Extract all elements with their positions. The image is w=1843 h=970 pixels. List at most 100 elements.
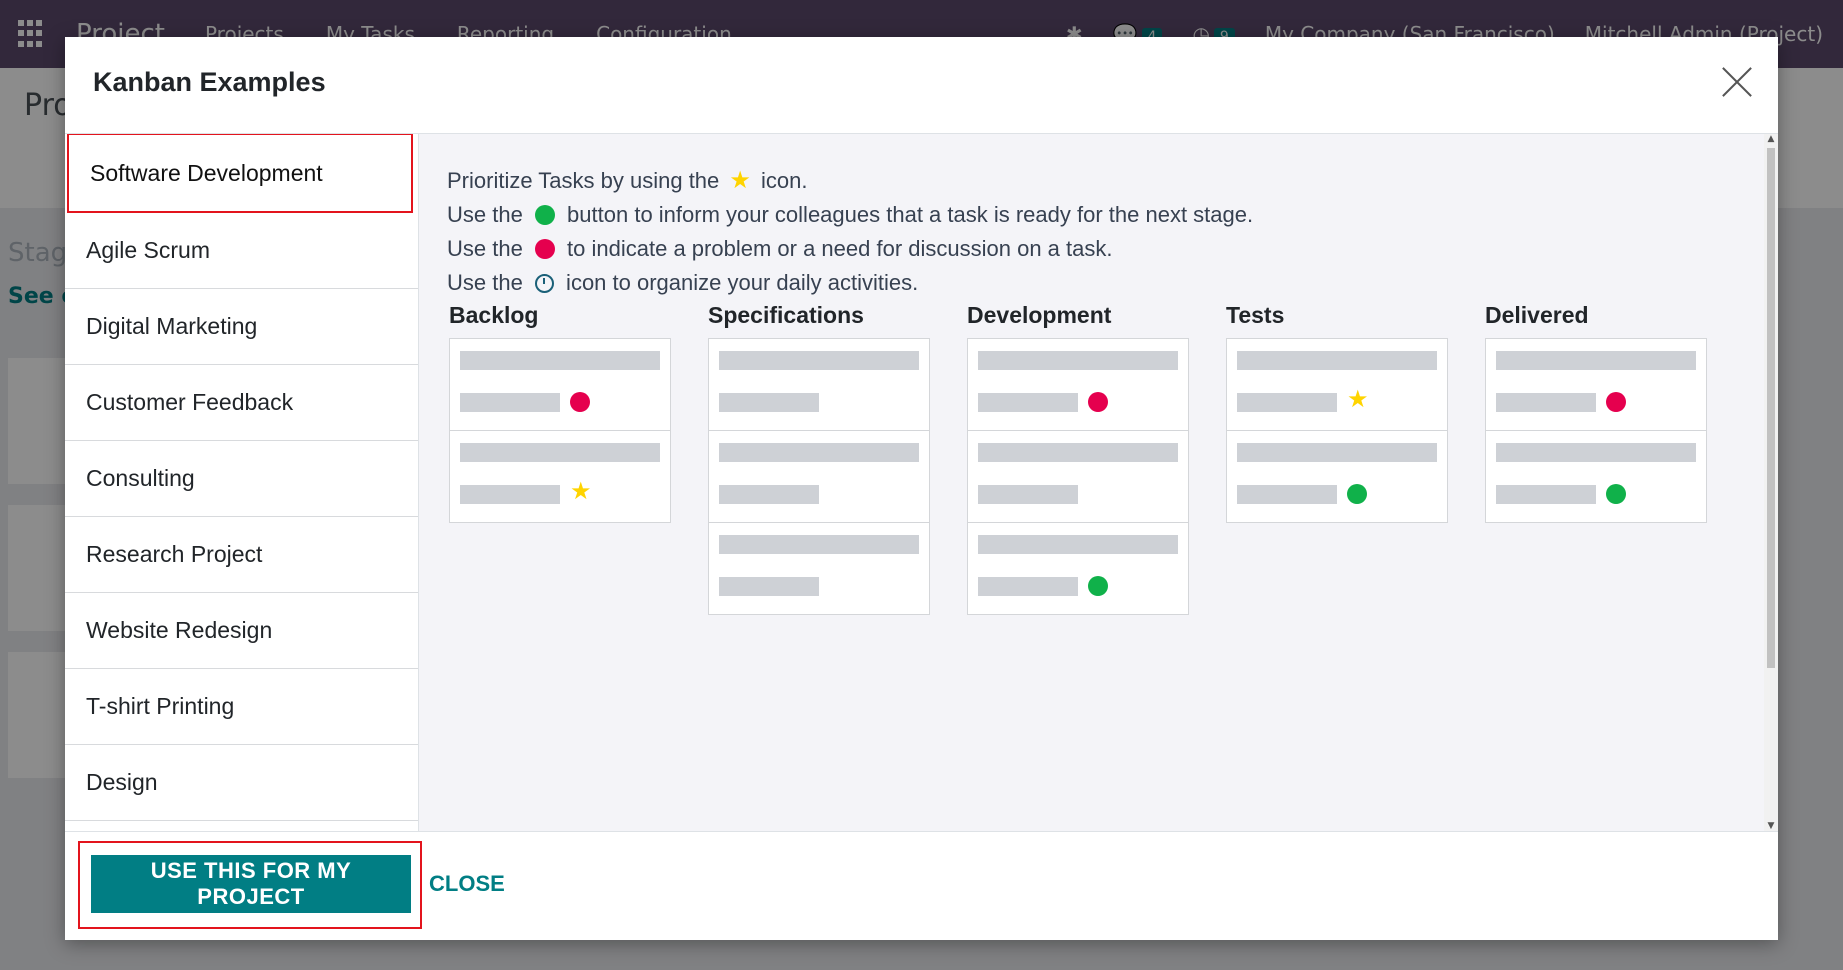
kanban-examples-dialog: Kanban Examples Software Development Agi… <box>65 37 1778 940</box>
red-status-icon <box>534 239 555 259</box>
kanban-card-list <box>967 338 1189 615</box>
kanban-column: Specifications <box>708 302 930 615</box>
sidebar-item-customer-feedback[interactable]: Customer Feedback <box>65 365 418 441</box>
kanban-card <box>1227 431 1447 522</box>
kanban-column-title: Specifications <box>708 302 864 328</box>
placeholder-bar <box>719 535 919 554</box>
help-line-activities: Use the icon to organize your daily acti… <box>447 266 1253 300</box>
help-text-part: Prioritize Tasks by using the <box>447 168 726 193</box>
placeholder-bar <box>1496 351 1696 370</box>
red-status-icon <box>1088 392 1108 412</box>
kanban-card <box>968 523 1188 614</box>
kanban-column-title: Backlog <box>449 302 539 328</box>
star-icon: ★ <box>1347 385 1369 413</box>
kanban-card <box>1486 431 1706 522</box>
dialog-footer: USE THIS FOR MY PROJECT CLOSE <box>65 831 1778 941</box>
sidebar-item-digital-marketing[interactable]: Digital Marketing <box>65 289 418 365</box>
help-text: Prioritize Tasks by using the ★ icon. Us… <box>447 164 1253 300</box>
placeholder-bar <box>978 535 1178 554</box>
help-text-part: Use the <box>447 202 529 227</box>
sidebar-item-design[interactable]: Design <box>65 745 418 821</box>
kanban-card <box>450 339 670 431</box>
star-icon: ★ <box>729 167 751 194</box>
placeholder-bar <box>1496 443 1696 462</box>
kanban-column-title: Delivered <box>1485 302 1589 328</box>
placeholder-bar <box>978 485 1078 504</box>
help-text-part: button to inform your colleagues that a … <box>560 202 1254 227</box>
scrollbar[interactable]: ▲ ▼ <box>1764 134 1778 831</box>
sidebar-item-agile-scrum[interactable]: Agile Scrum <box>65 213 418 289</box>
sidebar-item-research-project[interactable]: Research Project <box>65 517 418 593</box>
placeholder-bar <box>1496 485 1596 504</box>
placeholder-bar <box>978 577 1078 596</box>
kanban-column: Delivered <box>1485 302 1707 615</box>
example-preview: Prioritize Tasks by using the ★ icon. Us… <box>419 134 1778 831</box>
kanban-card <box>709 339 929 431</box>
close-icon[interactable] <box>1720 65 1754 99</box>
kanban-column: Backlog ★ <box>449 302 671 615</box>
kanban-column-title: Tests <box>1226 302 1285 328</box>
placeholder-bar <box>1496 393 1596 412</box>
examples-sidebar: Software Development Agile Scrum Digital… <box>65 134 419 831</box>
placeholder-bar <box>719 443 919 462</box>
green-status-icon <box>534 205 555 225</box>
kanban-card <box>709 523 929 614</box>
kanban-column: Development <box>967 302 1189 615</box>
kanban-card <box>1486 339 1706 431</box>
placeholder-bar <box>460 443 660 462</box>
kanban-card: ★ <box>1227 339 1447 431</box>
green-status-icon <box>1347 484 1367 504</box>
placeholder-bar <box>978 351 1178 370</box>
sidebar-item-software-development[interactable]: Software Development <box>67 134 413 213</box>
dialog-header: Kanban Examples <box>65 37 1778 134</box>
kanban-card-list: ★ <box>449 338 671 523</box>
kanban-column: Tests ★ <box>1226 302 1448 615</box>
kanban-card: ★ <box>450 431 670 522</box>
scroll-up-icon[interactable]: ▲ <box>1767 134 1775 144</box>
placeholder-bar <box>460 393 560 412</box>
placeholder-bar <box>1237 485 1337 504</box>
kanban-card <box>968 339 1188 431</box>
use-this-for-my-project-button[interactable]: USE THIS FOR MY PROJECT <box>91 855 411 913</box>
kanban-column-title: Development <box>967 302 1112 328</box>
red-status-icon <box>1606 392 1626 412</box>
placeholder-bar <box>719 485 819 504</box>
help-text-part: icon. <box>754 168 808 193</box>
green-status-icon <box>1606 484 1626 504</box>
placeholder-bar <box>719 577 819 596</box>
help-text-part: icon to organize your daily activities. <box>559 270 919 295</box>
placeholder-bar <box>1237 443 1437 462</box>
placeholder-bar <box>978 393 1078 412</box>
placeholder-bar <box>1237 393 1337 412</box>
scroll-down-icon[interactable]: ▼ <box>1767 821 1775 831</box>
dialog-title: Kanban Examples <box>93 67 326 97</box>
red-status-icon <box>570 392 590 412</box>
help-text-part: Use the <box>447 270 529 295</box>
placeholder-bar <box>719 351 919 370</box>
sidebar-item-consulting[interactable]: Consulting <box>65 441 418 517</box>
kanban-card <box>968 431 1188 523</box>
help-line-blocked: Use the to indicate a problem or a need … <box>447 232 1253 266</box>
help-line-ready: Use the button to inform your colleagues… <box>447 198 1253 232</box>
green-status-icon <box>1088 576 1108 596</box>
kanban-card <box>709 431 929 523</box>
kanban-card-list: ★ <box>1226 338 1448 523</box>
kanban-card-list <box>1485 338 1707 523</box>
placeholder-bar <box>719 393 819 412</box>
help-line-priority: Prioritize Tasks by using the ★ icon. <box>447 164 1253 198</box>
placeholder-bar <box>460 485 560 504</box>
sidebar-item-tshirt-printing[interactable]: T-shirt Printing <box>65 669 418 745</box>
placeholder-bar <box>1237 351 1437 370</box>
help-text-part: to indicate a problem or a need for disc… <box>560 236 1113 261</box>
kanban-card-list <box>708 338 930 615</box>
scrollbar-thumb[interactable] <box>1767 148 1775 668</box>
sidebar-item-website-redesign[interactable]: Website Redesign <box>65 593 418 669</box>
star-icon: ★ <box>570 477 592 505</box>
placeholder-bar <box>978 443 1178 462</box>
help-text-part: Use the <box>447 236 529 261</box>
dialog-body: Software Development Agile Scrum Digital… <box>65 134 1778 831</box>
placeholder-bar <box>460 351 660 370</box>
kanban-preview: Backlog ★ Specifications Development Tests ★ D… <box>449 302 1707 615</box>
close-button[interactable]: CLOSE <box>423 855 511 913</box>
clock-icon <box>534 273 554 293</box>
